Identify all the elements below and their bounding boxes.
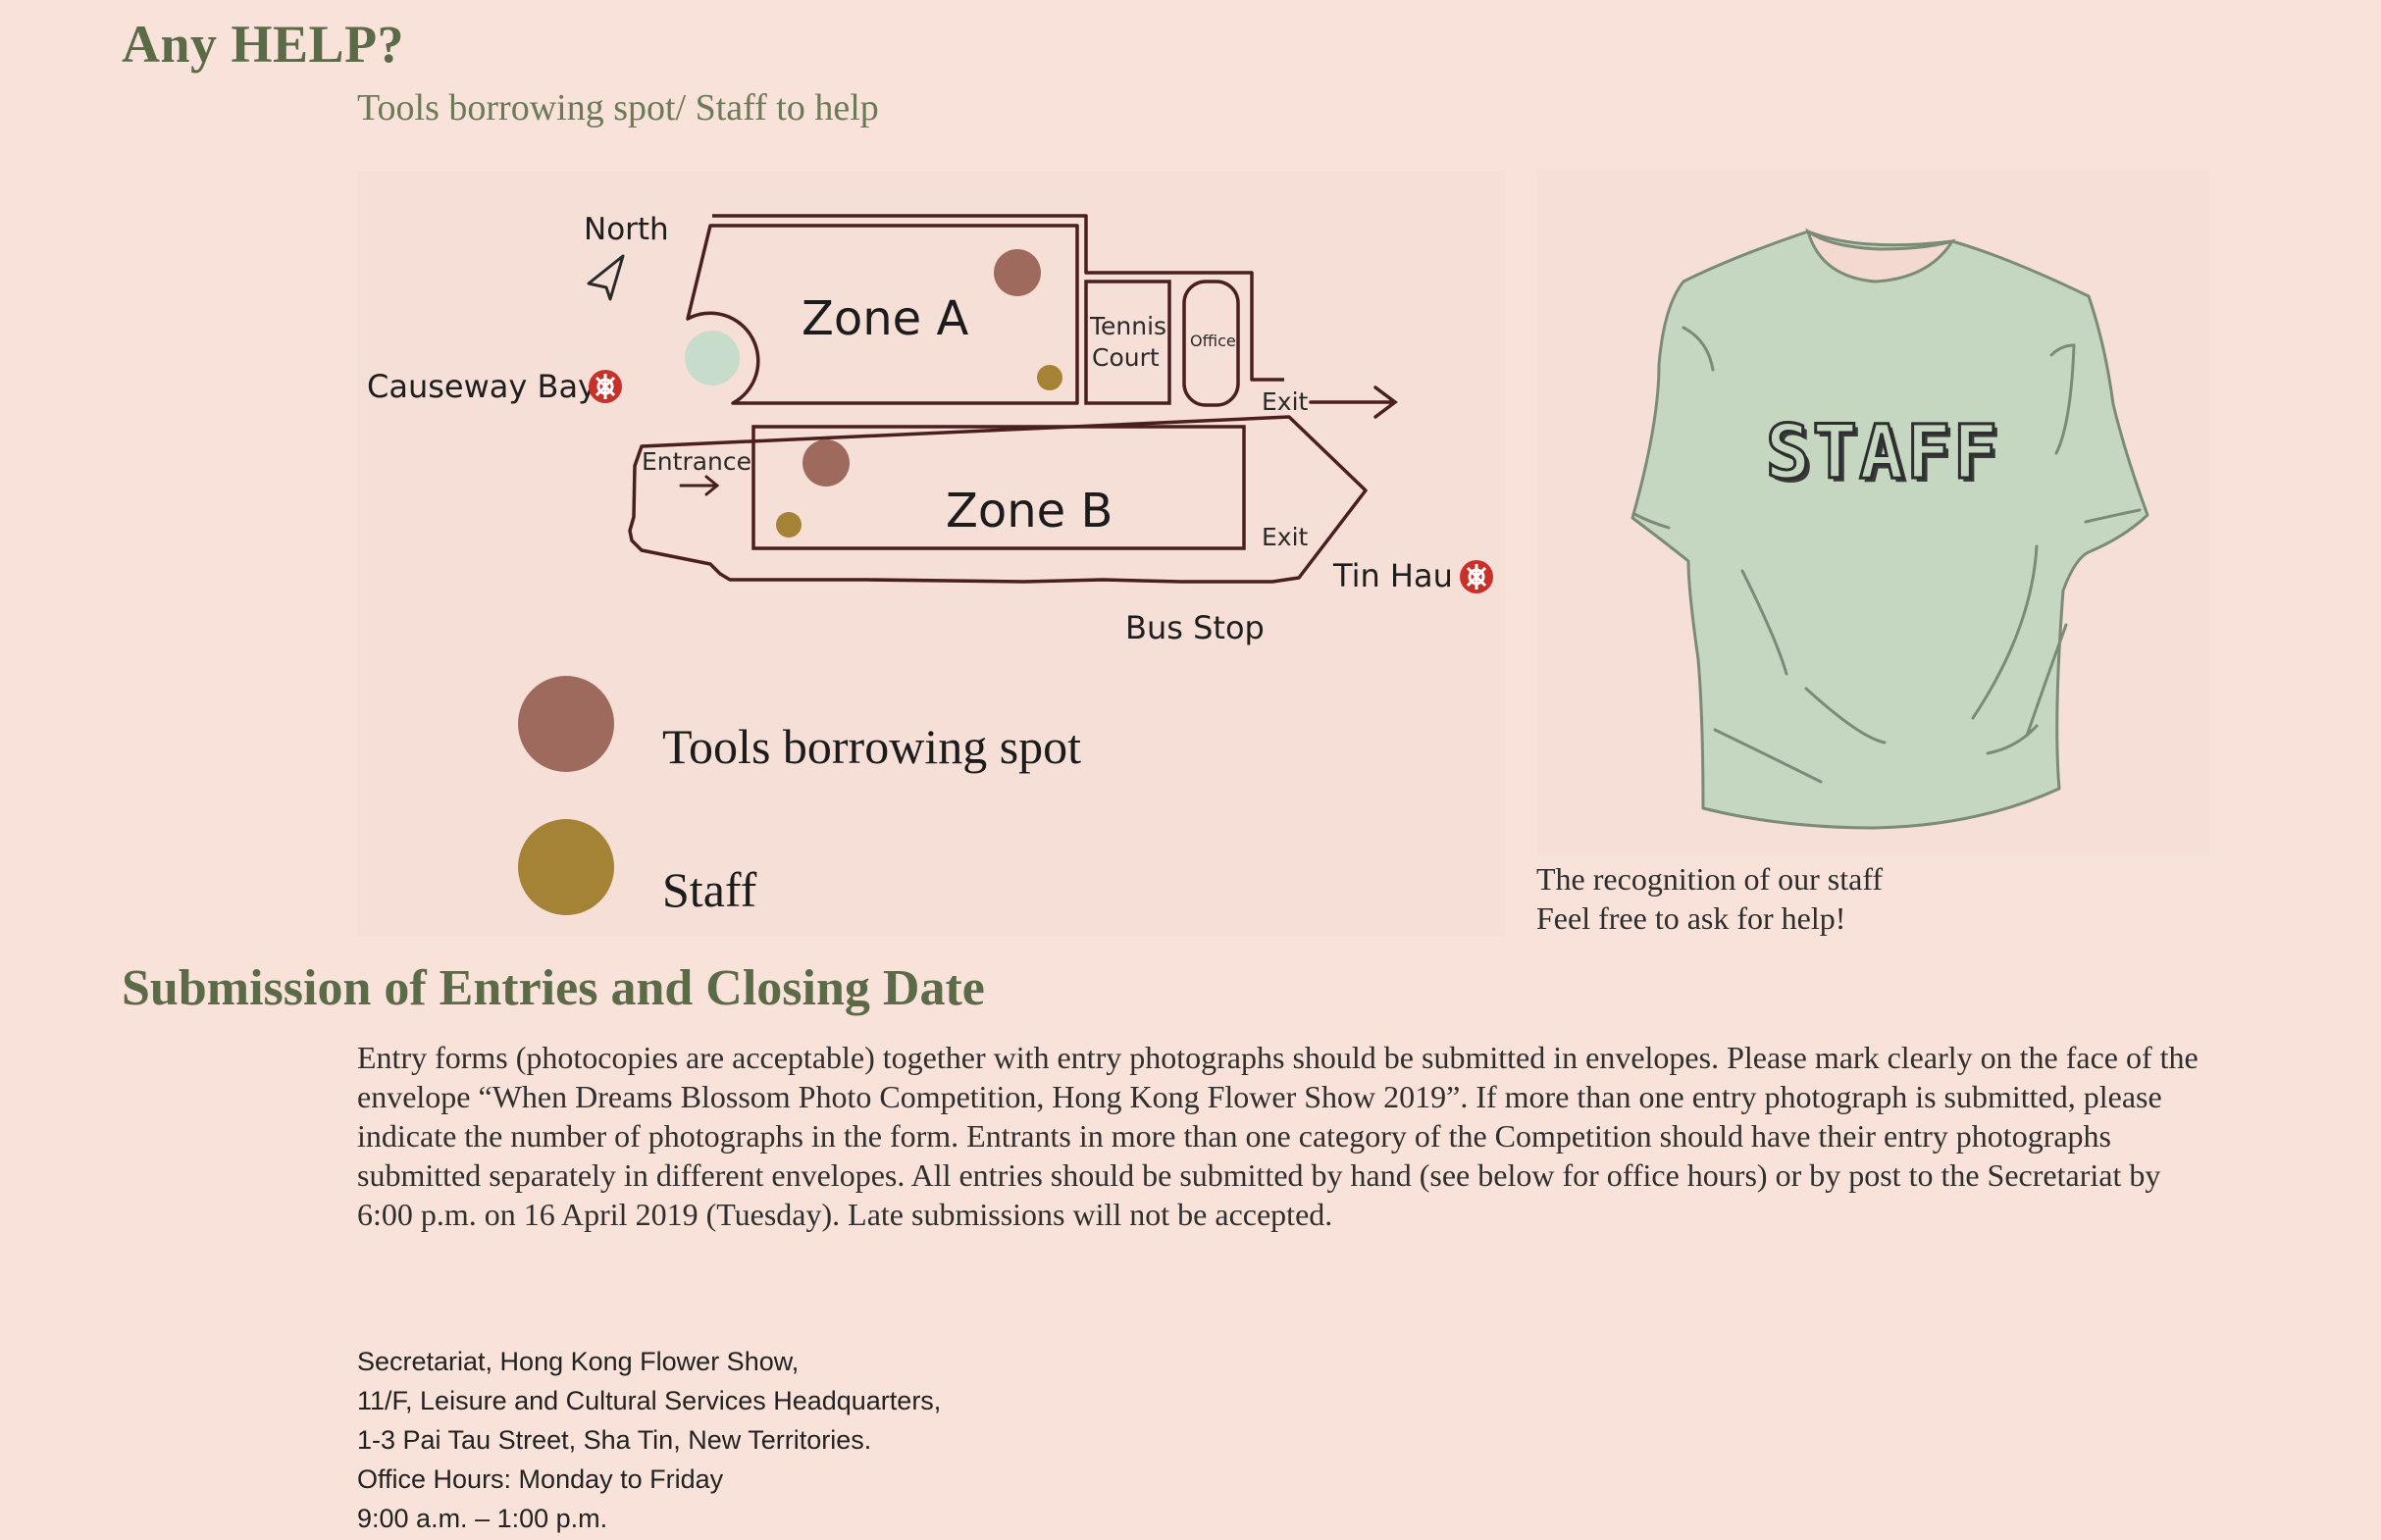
- north-label: North: [584, 212, 669, 247]
- venue-map: North Zone A Tennis Court Office Exit Zo…: [357, 172, 1505, 937]
- submission-paragraph: Entry forms (photocopies are acceptable)…: [357, 1040, 2199, 1232]
- causeway-bay-label: Causeway Bay: [367, 368, 596, 405]
- legend-tools-label: Tools borrowing spot: [662, 719, 1082, 774]
- tshirt-icon: STAFF STAFF: [1630, 228, 2149, 830]
- help-heading: Any HELP?: [122, 15, 405, 74]
- address-line: 11/F, Leisure and Cultural Services Head…: [357, 1386, 942, 1415]
- fountain-marker: [685, 331, 740, 385]
- staff-tshirt-illustration: STAFF STAFF: [1536, 169, 2209, 855]
- north-arrow-icon: [587, 254, 625, 301]
- divider: [1536, 856, 2209, 858]
- mtr-icon: [1460, 560, 1493, 593]
- legend-tools-dot: [518, 676, 614, 772]
- exit-bottom-label: Exit: [1262, 523, 1309, 551]
- office-hours-line: Office Hours: Monday to Friday: [357, 1464, 724, 1494]
- office-hours-line: 9:00 a.m. – 1:00 p.m.: [357, 1504, 608, 1533]
- legend-staff-dot: [518, 819, 614, 915]
- tin-hau-label: Tin Hau: [1332, 557, 1453, 594]
- office-label: Office: [1190, 332, 1236, 350]
- zone-b-label: Zone B: [946, 484, 1113, 539]
- entrance-arrow-icon: [679, 475, 720, 496]
- submission-heading: Submission of Entries and Closing Date: [122, 960, 985, 1016]
- bus-stop-label: Bus Stop: [1125, 609, 1265, 646]
- tennis-court-outline: [1084, 280, 1171, 405]
- tennis-label-2: Court: [1092, 343, 1160, 372]
- shirt-caption-2: Feel free to ask for help!: [1536, 900, 1846, 936]
- entrance-label: Entrance: [642, 447, 751, 476]
- exit-arrow-icon: [1309, 385, 1398, 419]
- tshirt-text: STAFF: [1766, 408, 2000, 495]
- help-subtitle: Tools borrowing spot/ Staff to help: [357, 87, 879, 128]
- address-line: Secretariat, Hong Kong Flower Show,: [357, 1347, 800, 1376]
- legend-staff-label: Staff: [662, 862, 757, 917]
- staff-spot-zone-a: [1037, 365, 1062, 390]
- map-drawing: North Zone A Tennis Court Office Exit Zo…: [367, 212, 1493, 646]
- secretariat-address: Secretariat, Hong Kong Flower Show, 11/F…: [357, 1342, 941, 1538]
- mtr-icon: [589, 370, 622, 403]
- staff-spot-zone-b: [776, 512, 802, 538]
- tennis-label-1: Tennis: [1089, 312, 1166, 340]
- tools-spot-zone-a: [994, 249, 1041, 296]
- zone-a-label: Zone A: [802, 291, 968, 346]
- exit-top-label: Exit: [1262, 387, 1309, 416]
- shirt-caption-1: The recognition of our staff: [1536, 861, 1884, 897]
- address-line: 1-3 Pai Tau Street, Sha Tin, New Territo…: [357, 1425, 872, 1455]
- tools-spot-zone-b: [802, 439, 850, 487]
